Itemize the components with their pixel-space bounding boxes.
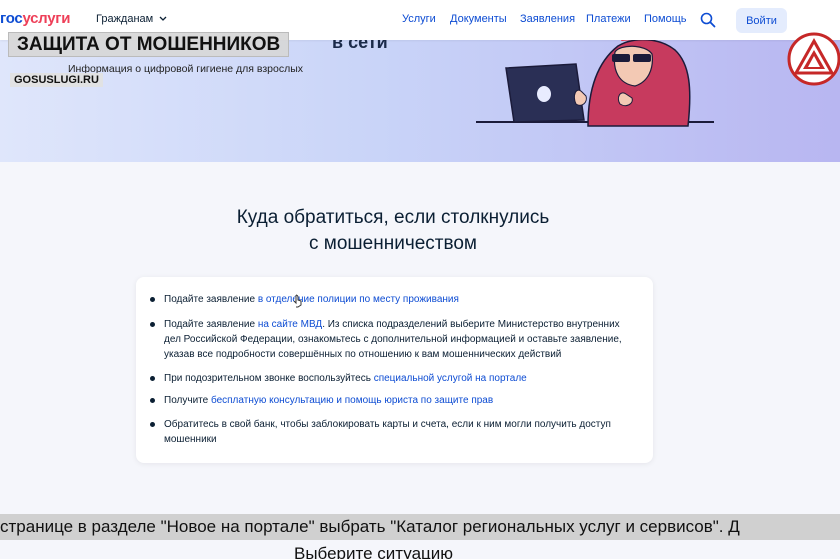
logo-uslugi: услуги bbox=[22, 10, 71, 27]
list-item: При подозрительном звонке воспользуйтесь… bbox=[150, 371, 634, 386]
nav-zayavleniya[interactable]: Заявления bbox=[520, 13, 575, 25]
nav-pomosch[interactable]: Помощь bbox=[644, 13, 687, 25]
advice-card: Подайте заявление в отделение полиции по… bbox=[136, 277, 653, 463]
gosuslugi-logo[interactable]: госуслуги bbox=[0, 10, 70, 27]
overlay-title: ЗАЩИТА ОТ МОШЕННИКОВ bbox=[8, 32, 290, 57]
main-content: Куда обратиться, если столкнулись с моше… bbox=[0, 162, 840, 559]
item-text: Подайте заявление bbox=[164, 294, 258, 305]
page-heading: Куда обратиться, если столкнулись с моше… bbox=[0, 205, 786, 257]
item-text: При подозрительном звонке воспользуйтесь bbox=[164, 373, 374, 384]
nav-platezhi[interactable]: Платежи bbox=[586, 13, 631, 25]
hero-banner: в сети bbox=[0, 40, 840, 162]
item-text: Подайте заявление bbox=[164, 319, 258, 330]
caption-line-2: Выберите ситуацию bbox=[294, 544, 454, 559]
nav-dokumenty[interactable]: Документы bbox=[450, 13, 507, 25]
nav-uslugi[interactable]: Услуги bbox=[402, 13, 436, 25]
list-item: Получите бесплатную консультацию и помощ… bbox=[150, 393, 634, 408]
audience-dropdown[interactable]: Гражданам bbox=[96, 13, 167, 25]
hero-title-tail: в сети bbox=[332, 40, 388, 52]
hacker-laptop-illustration bbox=[470, 40, 720, 139]
list-item: Подайте заявление в отделение полиции по… bbox=[150, 292, 634, 307]
logo-gos: гос bbox=[0, 10, 23, 27]
special-service-link[interactable]: специальной услугой на портале bbox=[374, 373, 527, 384]
audience-label: Гражданам bbox=[96, 13, 154, 25]
login-button[interactable]: Войти bbox=[736, 8, 787, 33]
mvd-link[interactable]: на сайте МВД bbox=[258, 319, 322, 330]
hero-subtitle: Информация о цифровой гигиене для взросл… bbox=[68, 63, 304, 75]
police-link[interactable]: в отделение полиции по месту проживания bbox=[258, 294, 459, 305]
item-text: Получите bbox=[164, 395, 211, 406]
overlay-site-label: GOSUSLUGI.RU bbox=[10, 73, 103, 87]
chevron-down-icon bbox=[159, 13, 167, 25]
heading-line-1: Куда обратиться, если столкнулись bbox=[236, 207, 550, 228]
channel-emblem-icon bbox=[787, 32, 840, 86]
list-item: Подайте заявление на сайте МВД. Из списк… bbox=[150, 317, 634, 362]
caption-line-1: странице в разделе "Новое на портале" вы… bbox=[0, 514, 840, 540]
lawyer-consultation-link[interactable]: бесплатную консультацию и помощь юриста … bbox=[211, 395, 493, 406]
list-item: Обратитесь в свой банк, чтобы заблокиров… bbox=[150, 417, 634, 447]
search-icon[interactable] bbox=[699, 11, 717, 29]
item-text: Обратитесь в свой банк, чтобы заблокиров… bbox=[164, 419, 611, 445]
heading-line-2: с мошенничеством bbox=[309, 233, 477, 254]
mouse-pointer-icon bbox=[293, 294, 303, 311]
